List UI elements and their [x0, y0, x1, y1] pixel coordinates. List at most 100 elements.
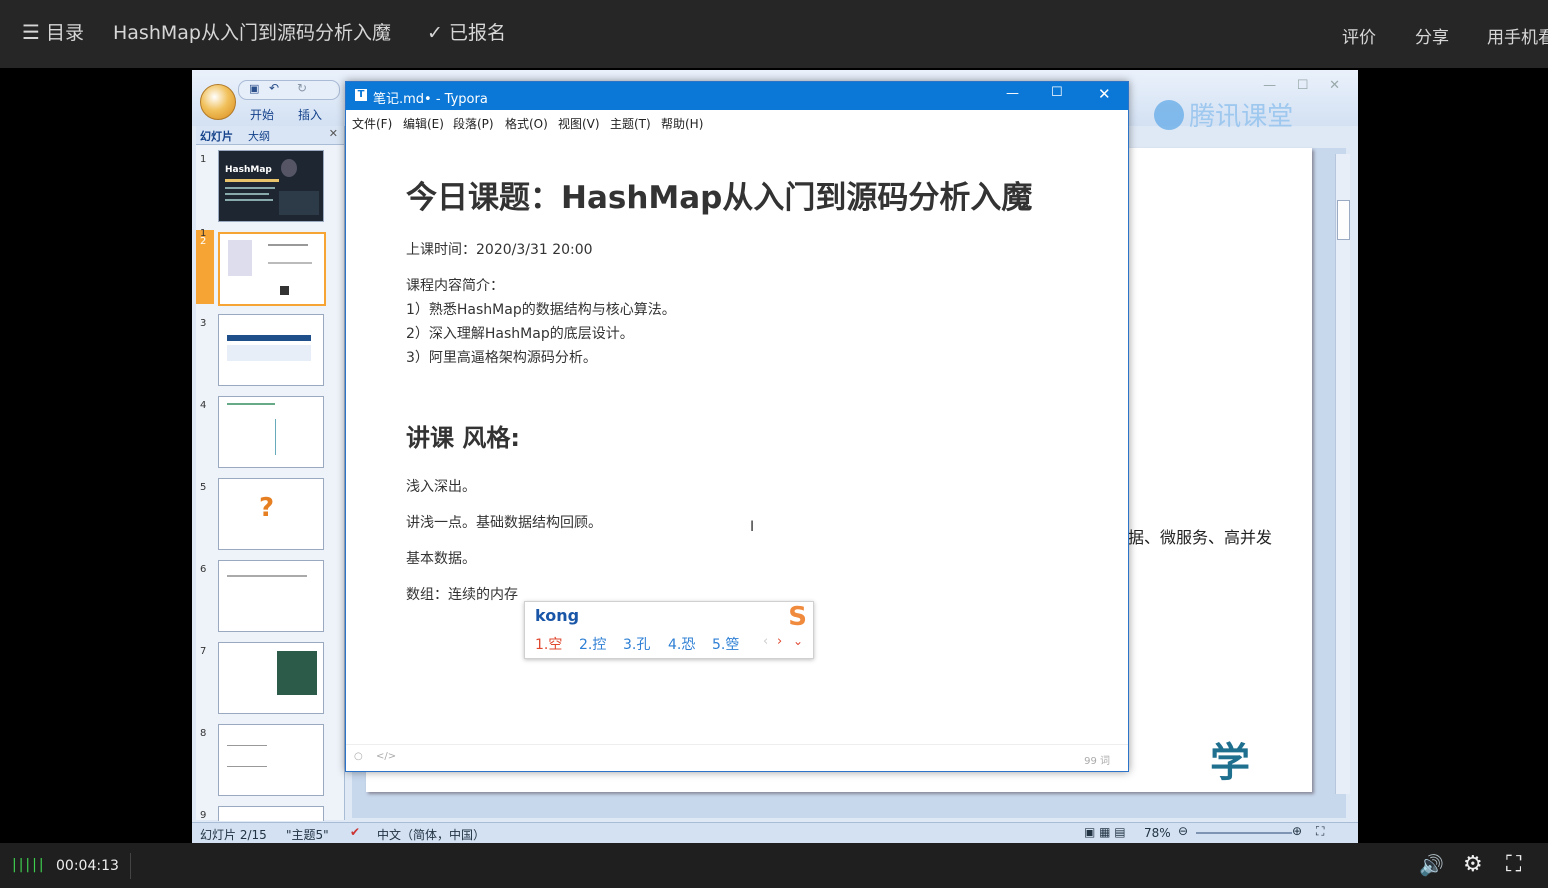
- vertical-scrollbar[interactable]: [1335, 154, 1350, 794]
- watermark-text: 腾讯课堂: [1189, 102, 1294, 132]
- menu-format[interactable]: 格式(O): [505, 115, 548, 132]
- thumb2-photo: [228, 240, 252, 276]
- thumb8-text: [227, 745, 267, 767]
- thumb3-table-header: [227, 335, 311, 341]
- menu-view[interactable]: 视图(V): [558, 115, 600, 132]
- signal-icon: |||||: [12, 857, 46, 873]
- view-buttons[interactable]: ▣ ▦ ▤: [1084, 825, 1126, 839]
- close-icon[interactable]: ✕: [329, 127, 338, 140]
- course-title: HashMap从入门到源码分析入魔: [113, 22, 391, 44]
- scroll-thumb[interactable]: [1337, 200, 1350, 240]
- thumb3-table: [227, 345, 311, 361]
- maximize-icon[interactable]: ☐: [1051, 85, 1063, 100]
- tab-outline[interactable]: 大纲: [248, 128, 270, 144]
- status-language: 中文（简体，中国）: [377, 828, 486, 842]
- paragraph: 基本数据。: [406, 551, 476, 567]
- thumb1-title: HashMap: [225, 165, 272, 175]
- close-icon[interactable]: ✕: [1098, 85, 1111, 103]
- thumb2-qr: [280, 286, 289, 295]
- slide-thumbnail-2[interactable]: [218, 232, 326, 306]
- slide-text: 据、微服务、高并发: [1128, 528, 1273, 547]
- zoom-in-icon[interactable]: ⊕: [1292, 824, 1302, 838]
- slide-thumbnail-8[interactable]: [218, 724, 324, 796]
- doc-h2: 讲课 风格:: [406, 424, 520, 452]
- ime-candidate-5[interactable]: 5.箜: [712, 634, 739, 654]
- thumb-number-2: 2: [200, 236, 207, 247]
- ime-expand-icon[interactable]: ⌄: [793, 634, 803, 648]
- thumb-number-4: 4: [200, 400, 207, 411]
- ppt-window-controls[interactable]: — ☐ ✕: [1263, 78, 1340, 93]
- zoom-out-icon[interactable]: ⊖: [1178, 824, 1188, 838]
- tab-slides[interactable]: 幻灯片: [200, 128, 233, 144]
- fit-window-icon[interactable]: ⛶: [1316, 824, 1324, 839]
- paragraph: 浅入深出。: [406, 479, 476, 495]
- office-button[interactable]: [200, 84, 236, 120]
- slide-thumbnail-1[interactable]: HashMap: [218, 150, 324, 222]
- slide-thumbnail-5[interactable]: ?: [218, 478, 324, 550]
- redo-icon[interactable]: ↻: [297, 81, 307, 95]
- thumb-number-1: 1: [200, 154, 207, 165]
- volume-icon[interactable]: 🔊: [1419, 853, 1444, 877]
- thumb1-text: [225, 193, 269, 195]
- undo-icon[interactable]: ↶: [269, 81, 279, 95]
- slide-thumbnail-3[interactable]: [218, 314, 324, 386]
- doc-h1: 今日课题：HashMap从入门到源码分析入魔: [406, 180, 1033, 216]
- menu-edit[interactable]: 编辑(E): [403, 115, 444, 132]
- status-slide: 幻灯片 2/15: [200, 828, 267, 842]
- thumb-number-5: 5: [200, 482, 207, 493]
- status-bar: 幻灯片 2/15 "主题5" ✔ 中文（简体，中国） ▣ ▦ ▤ 78% ⊖ ⊕…: [192, 822, 1358, 843]
- class-time: 上课时间：2020/3/31 20:00: [406, 242, 593, 258]
- ime-candidate-2[interactable]: 2.控: [579, 634, 606, 654]
- intro-title: 课程内容简介：: [406, 278, 504, 294]
- ime-candidate-4[interactable]: 4.恐: [668, 634, 695, 654]
- slide-thumbnail-9[interactable]: [218, 806, 324, 821]
- fullscreen-icon[interactable]: ⛶: [1506, 852, 1521, 877]
- gear-icon[interactable]: ⚙: [1463, 852, 1483, 877]
- thumb2-text: [268, 244, 308, 246]
- review-button[interactable]: 评价: [1342, 23, 1376, 48]
- outline-toggle-icon[interactable]: ○: [354, 751, 363, 762]
- text-cursor-icon: I: [750, 519, 755, 535]
- slide-thumbnail-6[interactable]: [218, 560, 324, 632]
- slide-thumbnail-7[interactable]: [218, 642, 324, 714]
- menu-help[interactable]: 帮助(H): [661, 115, 703, 132]
- slide-thumbnail-4[interactable]: [218, 396, 324, 468]
- minimize-icon[interactable]: —: [1006, 86, 1019, 101]
- ime-next-icon[interactable]: ›: [777, 634, 782, 649]
- menu-paragraph[interactable]: 段落(P): [453, 115, 494, 132]
- tab-home[interactable]: 开始: [250, 106, 274, 123]
- divider: [130, 853, 131, 879]
- spellcheck-icon[interactable]: ✔: [350, 825, 360, 839]
- play-logo-icon: [1154, 99, 1184, 130]
- share-button[interactable]: 分享: [1415, 23, 1449, 48]
- thumb4-title: [227, 403, 275, 405]
- question-mark-icon: ?: [259, 493, 275, 523]
- mobile-watch-button[interactable]: 用手机看: [1487, 23, 1548, 48]
- quick-access-toolbar[interactable]: ▣ ↶ ↻: [238, 80, 340, 100]
- menu-theme[interactable]: 主题(T): [610, 115, 651, 132]
- ime-candidate-3[interactable]: 3.孔: [623, 634, 650, 654]
- word-count: 99 词: [1084, 756, 1110, 767]
- ime-prev-icon[interactable]: ‹: [763, 634, 768, 649]
- tab-insert[interactable]: 插入: [298, 106, 322, 123]
- source-mode-icon[interactable]: </>: [376, 751, 396, 762]
- save-icon[interactable]: ▣: [249, 82, 259, 95]
- typora-window-title: 笔记.md• - Typora: [373, 92, 488, 107]
- list-item: 2）深入理解HashMap的底层设计。: [406, 326, 634, 342]
- thumb6-text: [227, 575, 307, 577]
- playback-time: 00:04:13: [56, 858, 119, 874]
- status-theme: "主题5": [286, 828, 329, 842]
- list-item: 3）阿里高逼格架构源码分析。: [406, 350, 597, 366]
- player-controls: ||||| 00:04:13 🔊 ⚙ ⛶: [0, 843, 1548, 888]
- slides-panel: 幻灯片 大纲 ✕ 1 HashMap ? 1 2 3 4 5 6 7 8 9: [196, 126, 345, 821]
- enrolled-status: ✓ 已报名: [427, 18, 506, 45]
- toc-button[interactable]: ☰ 目录: [22, 18, 84, 45]
- zoom-slider[interactable]: [1196, 832, 1292, 834]
- menu-file[interactable]: 文件(F): [352, 115, 392, 132]
- thumb7-table: [277, 651, 317, 695]
- thumb-number-3: 3: [200, 318, 207, 329]
- ime-candidate-1[interactable]: 1.空: [535, 634, 562, 654]
- typora-app-icon: T: [355, 89, 367, 101]
- list-item: 1）熟悉HashMap的数据结构与核心算法。: [406, 302, 676, 318]
- thumb-number-7: 7: [200, 646, 207, 657]
